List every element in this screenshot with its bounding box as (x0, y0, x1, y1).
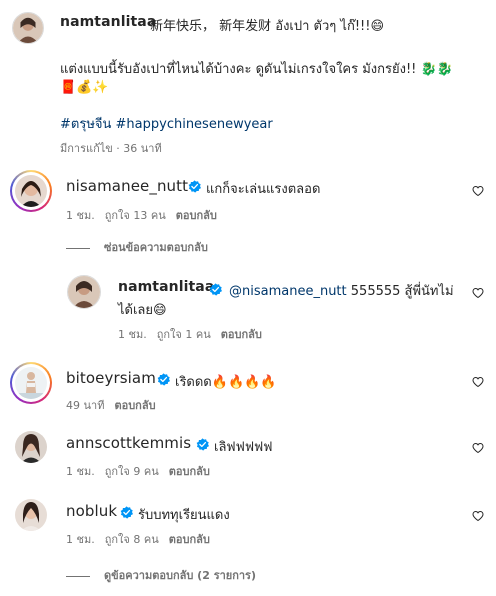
comment-time: 1 ชม. (66, 465, 95, 478)
comment-likes[interactable]: ถูกใจ 9 คน (105, 465, 159, 478)
comment-avatar[interactable] (15, 175, 47, 207)
reply-button[interactable]: ตอบกลับ (169, 465, 210, 478)
reply-avatar[interactable] (67, 275, 101, 309)
comment-text: เริดดด🔥🔥🔥🔥 (175, 375, 277, 390)
verified-badge-icon (196, 438, 209, 451)
reply-button[interactable]: ตอบกลับ (169, 533, 210, 546)
comment-meta: 49 นาที ตอบกลับ (66, 396, 156, 414)
heart-outline-icon[interactable] (472, 510, 484, 522)
comment-meta: 1 ชม. ถูกใจ 13 คน ตอบกลับ (66, 206, 217, 224)
reply-mention-link[interactable]: @nisamanee_nutt (229, 284, 347, 299)
verified-badge-icon (188, 180, 201, 193)
reply-likes[interactable]: ถูกใจ 1 คน (157, 328, 211, 341)
reply-text-line-2: ได้เลย😄 (118, 303, 167, 318)
caption-line-1: 新年快乐， 新年发财 อังเปา ตัวๆ ไก๊!!!😄 (150, 19, 385, 34)
comment-meta: 1 ชม. ถูกใจ 9 คน ตอบกลับ (66, 462, 210, 480)
caption-meta: มีการแก้ไข · 36 นาที (60, 142, 162, 155)
reply-button[interactable]: ตอบกลับ (176, 209, 217, 222)
reply-text-line-1: @nisamanee_nutt 555555 สู้พี่นัทไม่ (229, 280, 454, 301)
heart-outline-icon[interactable] (472, 287, 484, 299)
comment-username[interactable]: nisamanee_nutt (66, 177, 188, 195)
caption-hashtags[interactable]: #ตรุษจีน #happychinesenewyear (60, 113, 273, 134)
caption-username[interactable]: namtanlitaa (60, 14, 156, 30)
heart-outline-icon[interactable] (472, 376, 484, 388)
comment-time: 1 ชม. (66, 209, 95, 222)
comment-time: 49 นาที (66, 399, 105, 412)
hide-replies-toggle[interactable]: ซ่อนข้อความตอบกลับ (66, 238, 208, 256)
view-replies-toggle[interactable]: ดูข้อความตอบกลับ (2 รายการ) (66, 566, 256, 584)
comment-avatar[interactable] (15, 431, 47, 463)
heart-outline-icon[interactable] (472, 185, 484, 197)
comment-avatar[interactable] (15, 367, 47, 399)
comment-text: เลิฟฟฟฟฟ (214, 440, 273, 455)
view-replies-label: ดูข้อความตอบกลับ (2 รายการ) (104, 569, 256, 582)
comment-avatar[interactable] (15, 499, 47, 531)
reply-button[interactable]: ตอบกลับ (114, 399, 155, 412)
verified-badge-icon (209, 283, 222, 296)
caption-line-2: แต่งแบบนี้รับอังเปาที่ไหนได้บ้างคะ ดูดัน… (60, 62, 453, 77)
comment-time: 1 ชม. (66, 533, 95, 546)
reply-username[interactable]: namtanlitaa (118, 279, 214, 295)
comment-username[interactable]: annscottkemmis (66, 434, 191, 452)
reply-text: 555555 สู้พี่นัทไม่ (346, 284, 454, 299)
hide-replies-label: ซ่อนข้อความตอบกลับ (104, 241, 208, 254)
verified-badge-icon (157, 373, 170, 386)
comment-meta: 1 ชม. ถูกใจ 8 คน ตอบกลับ (66, 530, 210, 548)
caption-line-3: 🧧💰✨ (60, 80, 109, 95)
reply-time: 1 ชม. (118, 328, 147, 341)
comment-username[interactable]: nobluk (66, 502, 117, 520)
heart-outline-icon[interactable] (472, 442, 484, 454)
comment-username[interactable]: bitoeyrsiam (66, 369, 156, 387)
caption-avatar[interactable] (12, 12, 44, 44)
comment-likes[interactable]: ถูกใจ 13 คน (105, 209, 166, 222)
comment-text: รับบททุเรียนแดง (138, 508, 230, 523)
verified-badge-icon (120, 506, 133, 519)
comment-text: แกก็จะเล่นแรงตลอด (206, 182, 321, 197)
reply-meta: 1 ชม. ถูกใจ 1 คน ตอบกลับ (118, 325, 262, 343)
reply-button[interactable]: ตอบกลับ (221, 328, 262, 341)
comment-likes[interactable]: ถูกใจ 8 คน (105, 533, 159, 546)
